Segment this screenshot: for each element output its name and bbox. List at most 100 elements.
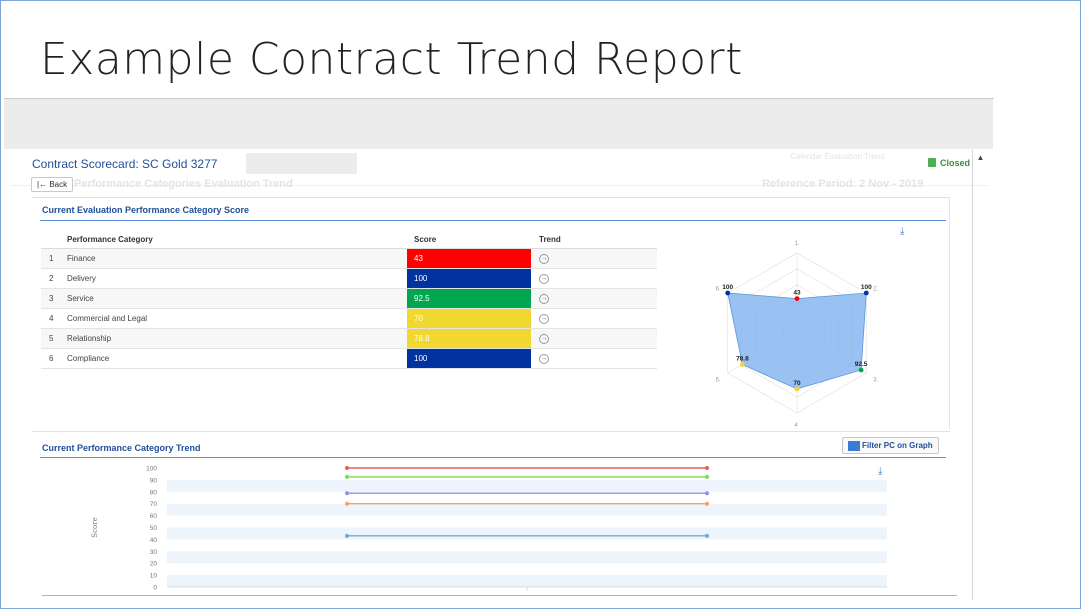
radar-data-label: 92.5	[855, 361, 868, 368]
table-row: 5 Relationship 78.8 →	[41, 328, 657, 349]
category-cell: Service	[67, 288, 407, 309]
category-cell: Compliance	[67, 348, 407, 369]
series-point	[705, 491, 709, 496]
trend-arrow-icon[interactable]: →	[539, 253, 549, 264]
radar-data-label: 100	[861, 284, 872, 291]
trend-cell[interactable]: →	[531, 268, 657, 289]
y-tick-label: 50	[150, 525, 158, 532]
series-point	[345, 533, 349, 538]
radar-point	[794, 386, 800, 392]
category-cell: Delivery	[67, 268, 407, 289]
trend-cell[interactable]: →	[531, 288, 657, 309]
radar-data-label: 100	[722, 284, 733, 291]
radar-data-label: 70	[793, 380, 801, 387]
y-tick-label: 40	[150, 537, 158, 544]
grey-band	[4, 99, 993, 149]
radar-point	[740, 362, 745, 367]
score-cell: 92.5	[407, 288, 531, 309]
grid-band	[167, 503, 887, 516]
bottom-divider	[42, 595, 957, 596]
score-table: Performance Category Score Trend 1 Financ…	[41, 231, 657, 369]
radar-axis-label: 1.	[794, 241, 799, 247]
y-axis-label: Score	[91, 517, 99, 537]
column-index	[41, 231, 67, 249]
trend-cell[interactable]: →	[531, 328, 657, 349]
score-panel: Current Evaluation Performance Category …	[32, 197, 950, 429]
category-cell: Relationship	[67, 328, 407, 349]
closed-status-icon	[928, 158, 936, 167]
y-tick-label: 80	[150, 489, 158, 496]
grid-band	[167, 479, 887, 492]
filter-pc-button[interactable]: Filter PC on Graph	[842, 437, 939, 454]
radar-point	[794, 296, 800, 301]
radar-axis-label: 6.	[716, 287, 721, 293]
score-panel-title: Current Evaluation Performance Category …	[42, 205, 250, 215]
radar-axis-label: 4.	[794, 423, 799, 426]
faded-section-heading: Performance Categories Evaluation Trend	[74, 178, 293, 190]
series-point	[705, 474, 709, 479]
category-cell: Finance	[67, 248, 407, 269]
table-row: 3 Service 92.5 →	[41, 288, 657, 309]
trend-cell[interactable]: →	[531, 348, 657, 369]
filter-label: Filter PC on Graph	[862, 441, 933, 450]
category-cell: Commercial and Legal	[67, 308, 407, 329]
score-cell: 78.8	[407, 328, 531, 349]
radar-axis-label: 2.	[873, 287, 878, 293]
trend-arrow-icon[interactable]: →	[539, 313, 549, 324]
series-point	[345, 491, 349, 496]
y-tick-label: 100	[146, 466, 157, 473]
grid-band	[167, 527, 887, 540]
score-cell: 43	[407, 248, 531, 269]
faded-header-text: Calendar Evaluation Trend	[790, 152, 885, 161]
panel-divider	[40, 220, 946, 221]
panel-divider	[40, 457, 946, 458]
y-tick-label: 20	[150, 561, 158, 568]
trend-cell[interactable]: →	[531, 308, 657, 329]
radar-chart: 1. 2. 3. 4. 5. 6. 43 100 92.5 70 78.8 100	[716, 241, 879, 426]
grid-band	[167, 551, 887, 564]
series-point	[345, 466, 349, 470]
column-header: Performance Category	[67, 231, 407, 249]
trend-arrow-icon[interactable]: →	[539, 273, 549, 284]
score-cell: 100	[407, 268, 531, 289]
row-index: 5	[41, 328, 67, 349]
series-point	[705, 501, 709, 506]
back-label: Back	[49, 180, 68, 189]
slide-title: Example Contract Trend Report	[40, 34, 743, 85]
score-cell: 70	[407, 308, 531, 329]
scroll-up-button[interactable]: ▲	[972, 150, 988, 186]
table-row: 4 Commercial and Legal 70 →	[41, 308, 657, 329]
app-screenshot: Contract Scorecard: SC Gold 3277 Calenda…	[10, 150, 988, 600]
trend-arrow-icon[interactable]: →	[539, 333, 549, 344]
y-tick-label: 90	[150, 477, 158, 484]
scrollbar[interactable]	[972, 186, 988, 600]
row-index: 2	[41, 268, 67, 289]
radar-axis-label: 5.	[716, 378, 721, 384]
radar-data-label: 43	[793, 290, 801, 297]
radar-data-label: 78.8	[736, 356, 749, 363]
series-point	[345, 474, 349, 479]
row-index: 6	[41, 348, 67, 369]
y-tick-label: 70	[150, 501, 158, 508]
trend-cell[interactable]: →	[531, 248, 657, 269]
trend-arrow-icon[interactable]: →	[539, 353, 549, 364]
y-tick-label: 10	[150, 573, 158, 580]
radar-point	[863, 290, 869, 296]
trend-panel: Current Performance Category Trend Filte…	[32, 431, 950, 600]
scorecard-title: Contract Scorecard: SC Gold 3277	[32, 157, 218, 171]
radar-point	[725, 290, 731, 296]
back-button[interactable]: |← Back	[31, 177, 74, 192]
series-point	[705, 533, 709, 538]
row-index: 3	[41, 288, 67, 309]
table-row: 2 Delivery 100 →	[41, 268, 657, 289]
column-header: Score	[407, 231, 531, 249]
table-header-row: Performance Category Score Trend	[41, 231, 657, 249]
score-cell: 100	[407, 348, 531, 369]
back-arrow-icon: |←	[37, 180, 48, 189]
y-tick-label: 60	[150, 513, 158, 520]
column-header: Trend	[531, 231, 657, 249]
trend-arrow-icon[interactable]: →	[539, 293, 549, 304]
filter-icon	[848, 440, 860, 451]
trend-panel-title: Current Performance Category Trend	[42, 443, 201, 453]
row-index: 1	[41, 248, 67, 269]
